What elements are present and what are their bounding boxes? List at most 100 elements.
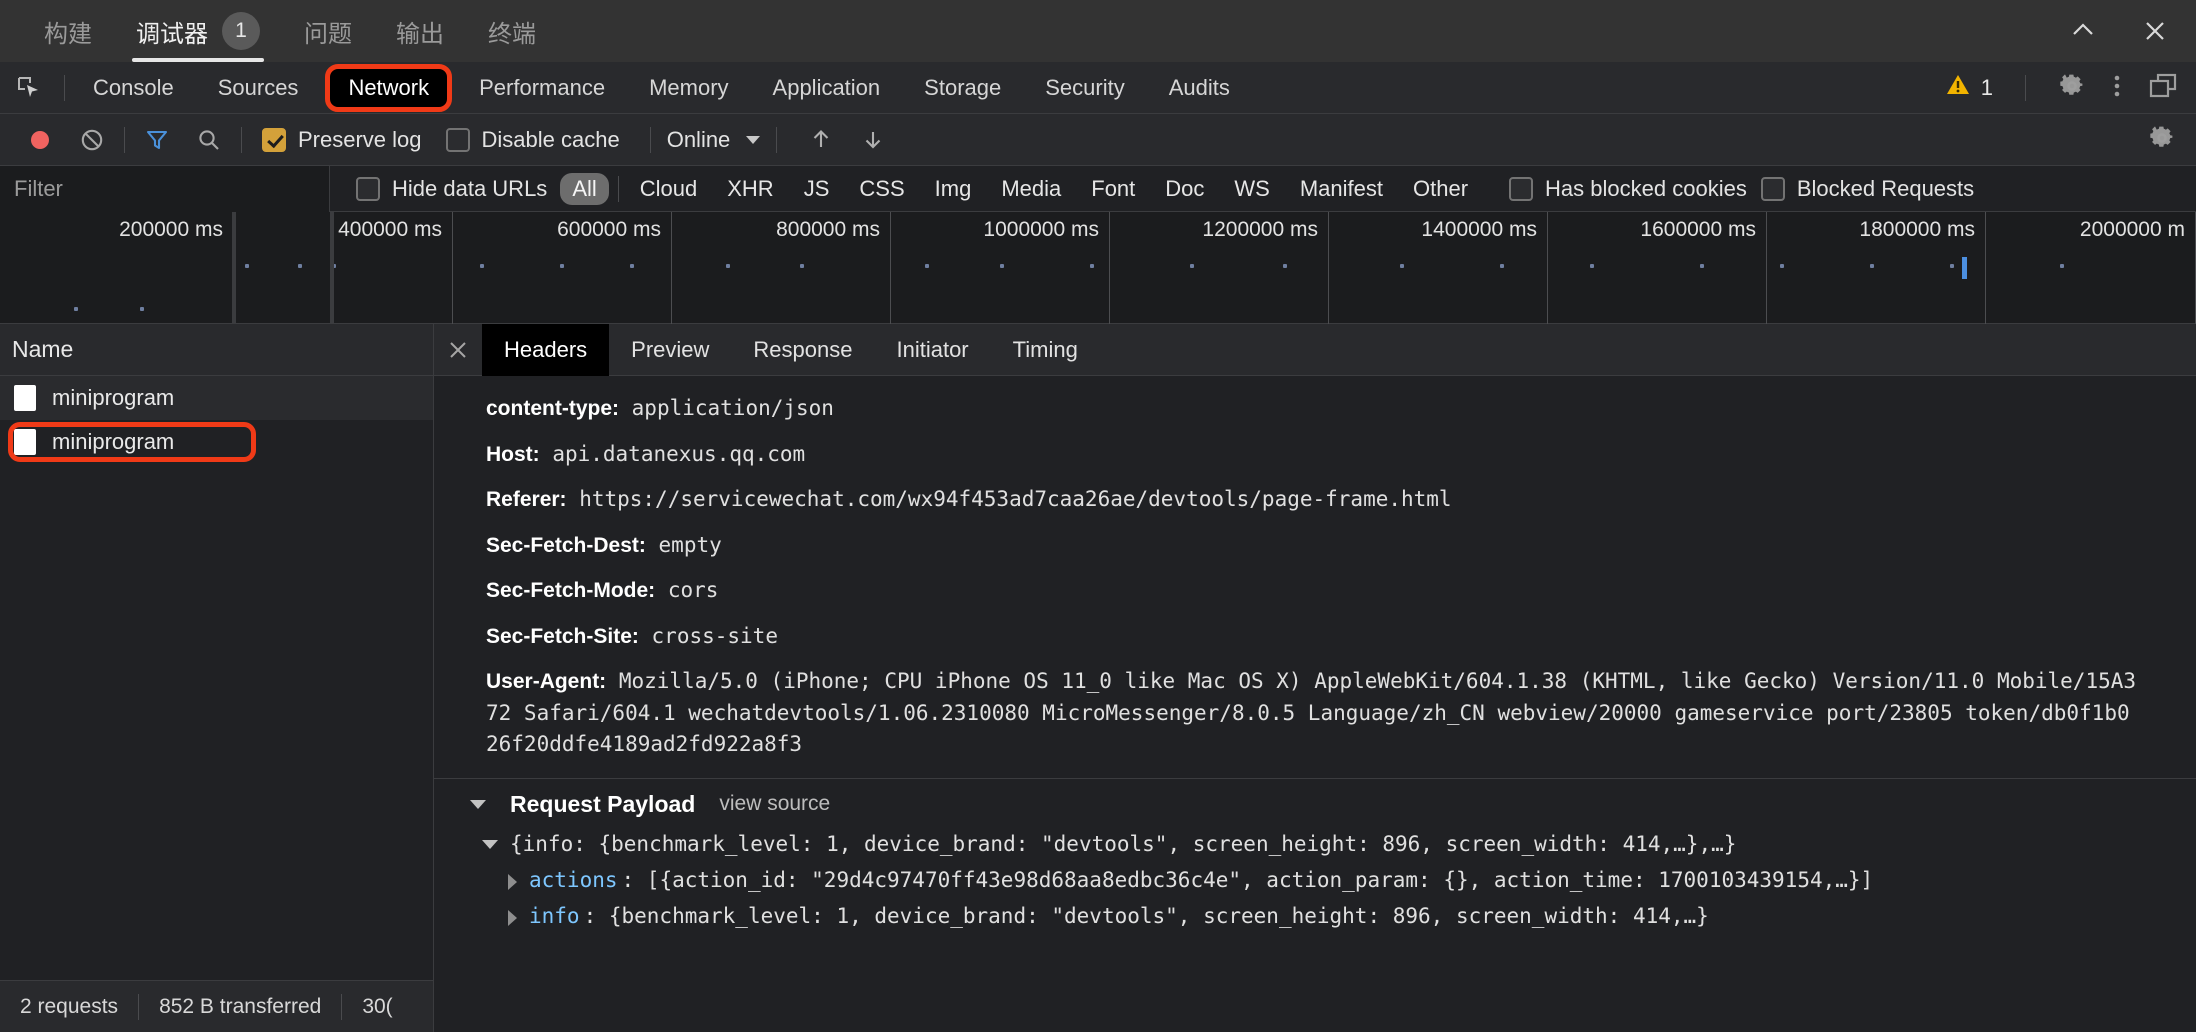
warning-count: 1 [1981,75,1993,101]
overview-selected-request-bar [1962,257,1967,279]
ide-tab-output[interactable]: 输出 [374,0,466,62]
view-source-link[interactable]: view source [719,792,830,816]
filter-type-all[interactable]: All [560,173,608,205]
filter-type-xhr[interactable]: XHR [715,173,785,205]
throttling-select[interactable]: Online [667,127,761,153]
filter-type-media[interactable]: Media [989,173,1073,205]
request-details-panel: Headers Preview Response Initiator Timin… [434,324,2196,1032]
close-icon[interactable] [2140,16,2170,46]
filter-type-font[interactable]: Font [1079,173,1147,205]
chevron-right-icon[interactable] [508,874,517,890]
tab-sources[interactable]: Sources [196,62,321,114]
details-tab-headers[interactable]: Headers [482,324,609,376]
json-value: : [{action_id: "29d4c97470ff43e98d68aa8e… [622,868,1874,892]
overview-selection-handle-left[interactable] [232,212,236,324]
ide-tab-terminal[interactable]: 终端 [466,0,558,62]
filter-input[interactable]: Filter [0,166,330,212]
ide-tab-debugger[interactable]: 调试器 1 [114,0,282,62]
warning-indicator[interactable]: 1 [1945,72,1993,104]
json-value: : {benchmark_level: 1, device_brand: "de… [584,904,1709,928]
filter-type-js[interactable]: JS [792,173,842,205]
ide-tabbar: 构建 调试器 1 问题 输出 终端 [0,0,2196,62]
table-row[interactable]: miniprogram [0,376,433,420]
header-value: api.datanexus.qq.com [552,442,805,466]
header-value: empty [659,533,722,557]
clear-requests-icon[interactable] [66,114,118,166]
overview-request-marker [1000,264,1004,268]
tab-console[interactable]: Console [71,62,196,114]
settings-gear-icon[interactable] [2058,72,2086,105]
chevron-down-icon[interactable] [470,800,486,809]
json-child-row[interactable]: actions : [{action_id: "29d4c97470ff43e9… [434,862,2196,898]
tab-security[interactable]: Security [1023,62,1146,114]
preserve-log-label: Preserve log [298,127,422,153]
filter-type-manifest[interactable]: Manifest [1288,173,1395,205]
chevron-down-icon[interactable] [482,840,498,849]
tab-application[interactable]: Application [751,62,903,114]
preserve-log-checkbox[interactable]: Preserve log [262,127,446,153]
json-root-row[interactable]: {info: {benchmark_level: 1, device_brand… [434,826,2196,862]
header-row: User-Agent: Mozilla/5.0 (iPhone; CPU iPh… [434,659,2196,768]
record-stop-icon[interactable] [14,114,66,166]
network-split-view: Name miniprogram miniprogram 2 requests … [0,324,2196,1032]
divider [776,127,777,153]
blocked-requests-checkbox[interactable]: Blocked Requests [1761,176,1998,202]
requests-empty-space [0,464,433,980]
inspect-element-icon[interactable] [0,75,58,101]
ide-tab-label: 构建 [44,14,92,49]
ide-tab-problems[interactable]: 问题 [282,0,374,62]
filter-type-other[interactable]: Other [1401,173,1480,205]
disable-cache-checkbox[interactable]: Disable cache [446,127,644,153]
overview-request-marker [560,264,564,268]
overview-request-marker [2060,264,2064,268]
filter-funnel-icon[interactable] [131,114,183,166]
filter-type-ws[interactable]: WS [1222,173,1281,205]
checkbox-box [446,128,470,152]
filter-type-img[interactable]: Img [923,173,984,205]
header-row: Sec-Fetch-Dest: empty [434,523,2196,569]
overview-request-marker [1090,264,1094,268]
details-tabstrip: Headers Preview Response Initiator Timin… [434,324,2196,376]
divider [2025,75,2026,101]
requests-column-header[interactable]: Name [0,324,433,376]
tab-audits[interactable]: Audits [1147,62,1252,114]
close-icon[interactable] [434,339,482,361]
timeline-tick: 400000 ms [234,212,453,324]
header-row: Referer: https://servicewechat.com/wx94f… [434,477,2196,523]
wechat-devtools-window: 构建 调试器 1 问题 输出 终端 [0,0,2196,1032]
tab-network[interactable]: Network [326,65,451,111]
collapse-icon[interactable] [2068,16,2098,46]
filter-type-css[interactable]: CSS [847,173,916,205]
chevron-right-icon[interactable] [508,910,517,926]
header-value: https://servicewechat.com/wx94f453ad7caa… [579,487,1451,511]
search-icon[interactable] [183,114,235,166]
tab-memory[interactable]: Memory [627,62,750,114]
details-tab-preview[interactable]: Preview [609,324,731,376]
ide-tab-badge: 1 [222,12,260,50]
details-tab-timing[interactable]: Timing [991,324,1100,376]
tab-storage[interactable]: Storage [902,62,1023,114]
overview-request-marker [298,264,302,268]
network-overview-timeline[interactable]: 200000 ms 400000 ms 600000 ms 800000 ms … [0,212,2196,324]
hide-data-urls-checkbox[interactable]: Hide data URLs [356,176,557,202]
devtools-tabstrip-actions: 1 [1945,62,2178,114]
export-har-icon[interactable] [847,114,899,166]
headers-content: content-type: application/json Host: api… [434,376,2196,1032]
json-child-row[interactable]: info : {benchmark_level: 1, device_brand… [434,898,2196,934]
details-tab-initiator[interactable]: Initiator [874,324,990,376]
table-row[interactable]: miniprogram [0,420,433,464]
overview-selection-handle-right[interactable] [330,212,334,324]
filter-bar: Filter Hide data URLs All Cloud XHR JS C… [0,166,2196,212]
more-options-icon[interactable] [2112,72,2122,105]
import-har-icon[interactable] [795,114,847,166]
has-blocked-cookies-checkbox[interactable]: Has blocked cookies [1509,176,1753,202]
request-payload-section-header[interactable]: Request Payload view source [434,778,2196,826]
tab-performance[interactable]: Performance [457,62,627,114]
details-tab-response[interactable]: Response [731,324,874,376]
filter-type-doc[interactable]: Doc [1153,173,1216,205]
network-settings-gear-icon[interactable] [2148,124,2176,157]
filter-type-cloud[interactable]: Cloud [628,173,709,205]
ide-tab-build[interactable]: 构建 [22,0,114,62]
dock-position-icon[interactable] [2148,72,2178,105]
warning-icon [1945,72,1971,104]
